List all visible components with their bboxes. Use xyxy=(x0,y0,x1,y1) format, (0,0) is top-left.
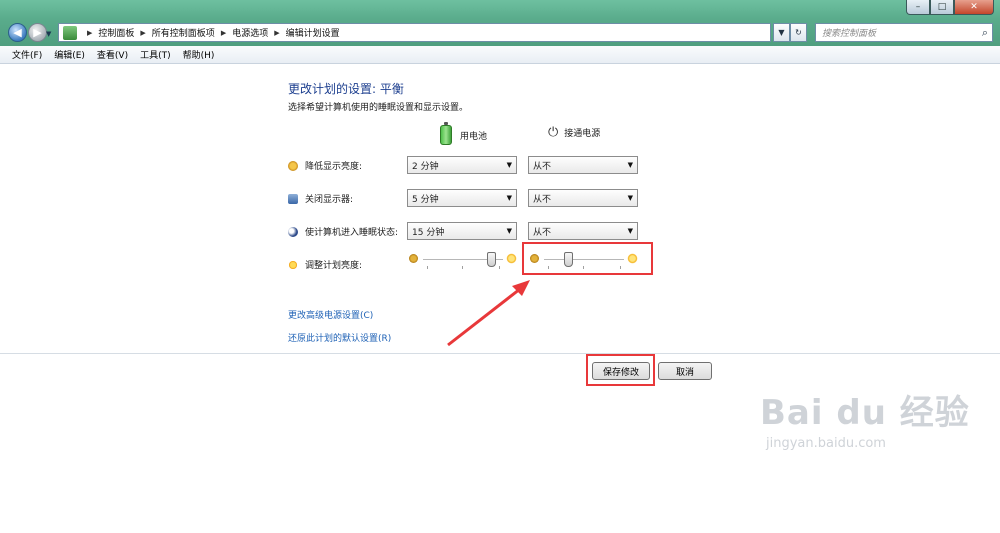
baidu-watermark: Bai du 经验 jingyan.baidu.com xyxy=(760,385,970,451)
watermark-brand: Bai du 经验 xyxy=(760,393,970,433)
watermark-url: jingyan.baidu.com xyxy=(766,436,886,451)
annotation-arrow xyxy=(447,280,530,347)
